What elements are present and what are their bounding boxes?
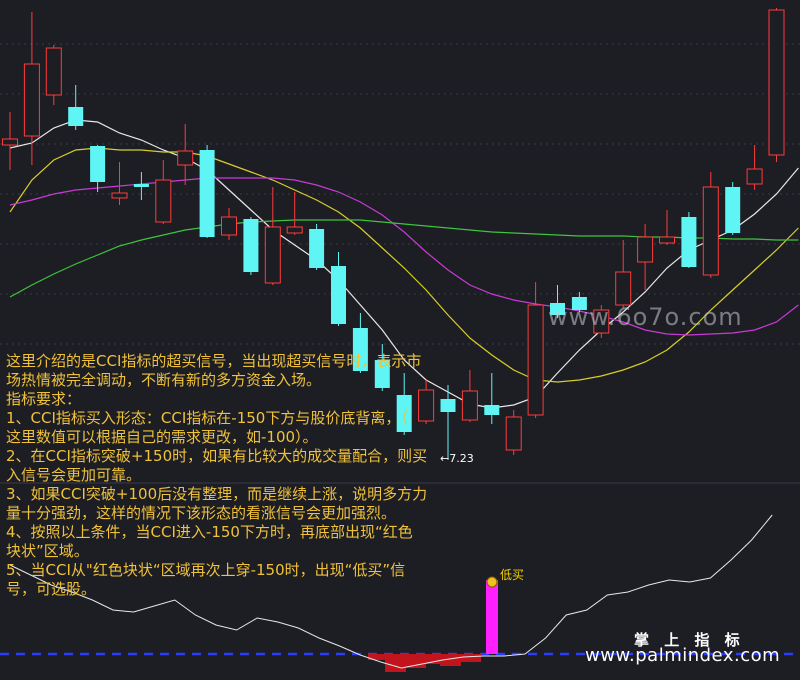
description-line: 场热情被完全调动，不断有新的多方资金入场。 <box>6 371 322 389</box>
description-line: 这里介绍的是CCI指标的超买信号，当出现超买信号时，表示市 <box>6 352 422 370</box>
candle-body <box>637 236 654 263</box>
candle-body <box>264 226 281 284</box>
candle-body <box>681 217 697 267</box>
candle-body <box>199 150 215 237</box>
description-line: 1、CCI指标买入形态：CCI指标在-150下方与股价底背离，（ <box>6 409 408 427</box>
description-line: 5、当CCI从"红色块状“区域再次上穿-150时，出现“低买”信 <box>6 561 406 579</box>
buy-signal-icon <box>486 576 498 588</box>
chart-stage: www.6o7o.com ←7.23 低买 这里介绍的是CCI指标的超买信号，当… <box>0 0 800 680</box>
candle-body <box>746 168 763 185</box>
candle-body <box>45 47 62 96</box>
description-line: 号，可选股。 <box>6 580 97 598</box>
candle-body <box>68 107 84 126</box>
candle-body <box>484 405 500 415</box>
red-block-bar <box>385 654 406 672</box>
description-line: 指标要求： <box>6 390 82 408</box>
candle-body <box>615 271 632 306</box>
site-url: www.palmindex.com <box>585 645 781 666</box>
description-line: 3、如果CCI突破+100后没有整理，而是继续上涨，说明多方力 <box>6 485 428 503</box>
candle-body <box>177 150 194 166</box>
candle-body <box>659 236 675 244</box>
moving-average-line <box>9 147 799 383</box>
candle-body <box>243 219 259 272</box>
candle-body <box>331 266 346 324</box>
description-line: 4、按照以上条件，当CCI进入-150下方时，再底部出现“红色 <box>6 523 413 541</box>
candle-body <box>90 146 106 182</box>
description-line: 入信号会更加可靠。 <box>6 466 142 484</box>
candle-body <box>702 186 719 276</box>
candle-body <box>527 304 544 416</box>
candle-body <box>725 187 741 233</box>
candle-body <box>111 192 128 199</box>
candle-body <box>309 229 325 268</box>
candle-body <box>286 226 303 234</box>
description-line: 量十分强劲，这样的情况下该形态的看涨信号会更加强烈。 <box>6 504 397 522</box>
watermark-text: www.6o7o.com <box>548 303 743 331</box>
candle-body <box>155 179 172 223</box>
description-line: 这里数值可以根据自己的需求更改，如-100）。 <box>6 428 318 446</box>
buy-signal-bar <box>486 580 498 654</box>
description-text: 这里介绍的是CCI指标的超买信号，当出现超买信号时，表示市 场热情被完全调动，不… <box>6 352 464 599</box>
candle-body <box>505 416 522 451</box>
candle-body <box>461 390 478 421</box>
candle-body <box>2 138 18 146</box>
red-block-bar <box>460 654 481 662</box>
candle-body <box>221 216 237 236</box>
candle-body <box>23 63 40 137</box>
candle-body <box>768 9 785 156</box>
candle-body <box>133 184 149 187</box>
description-line: 块状”区域。 <box>6 542 89 560</box>
buy-signal-label: 低买 <box>500 568 525 582</box>
description-line: 2、在CCI指标突破+150时，如果有比较大的成交量配合，则买 <box>6 447 428 465</box>
